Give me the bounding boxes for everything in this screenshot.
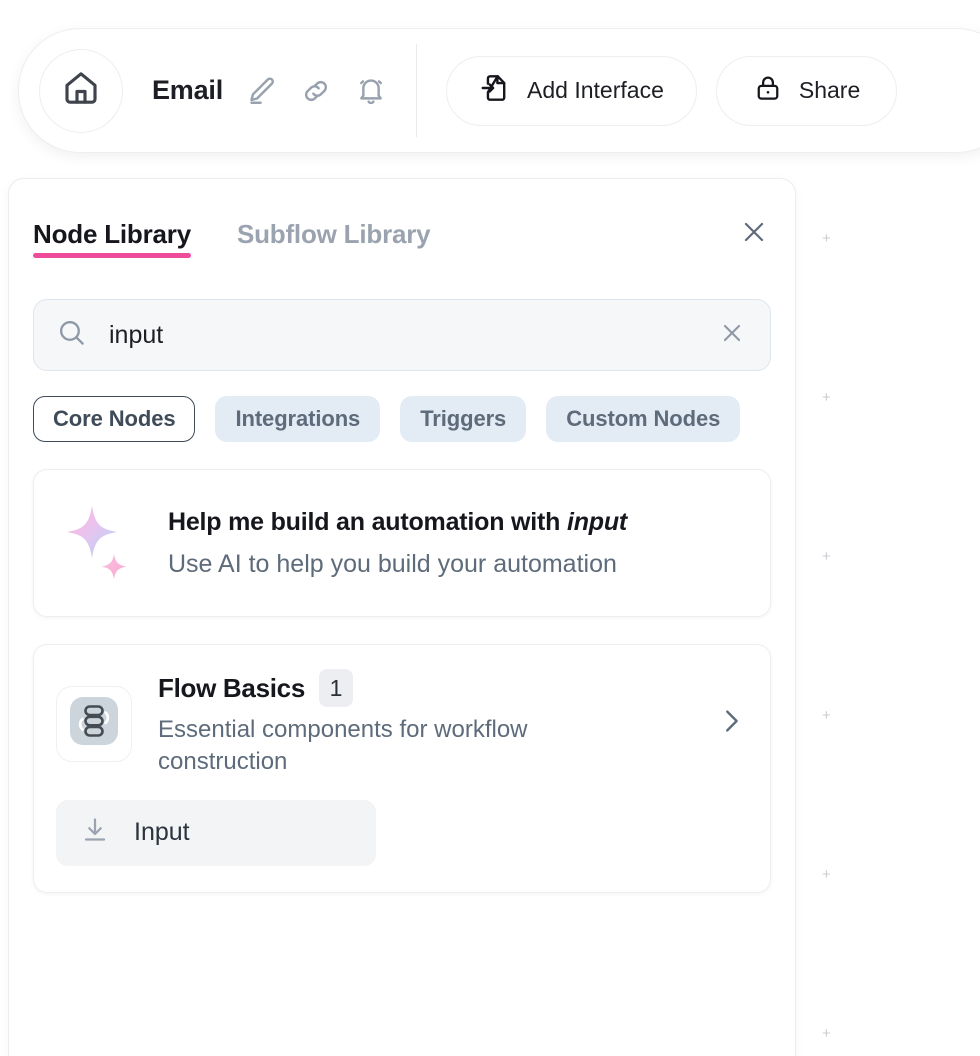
ai-suggestion-title: Help me build an automation with input bbox=[168, 508, 627, 537]
chevron-right-icon bbox=[716, 706, 746, 741]
home-icon bbox=[61, 68, 101, 113]
canvas-grid-marker: + bbox=[822, 1025, 831, 1042]
category-description: Essential components for workflow constr… bbox=[158, 716, 528, 776]
node-item-input[interactable]: Input bbox=[56, 799, 376, 866]
category-count-badge: 1 bbox=[318, 669, 353, 707]
ai-suggestion-card[interactable]: Help me build an automation with input U… bbox=[33, 469, 771, 617]
category-node-list: Input bbox=[56, 799, 748, 866]
search-input[interactable] bbox=[109, 320, 716, 350]
bell-notification-icon[interactable] bbox=[354, 74, 388, 108]
close-icon bbox=[739, 217, 769, 252]
ai-suggestion-query: input bbox=[566, 507, 628, 536]
filter-chip-label: Triggers bbox=[420, 406, 507, 431]
toolbar-divider bbox=[416, 44, 418, 137]
filter-chip-group: Core Nodes Integrations Triggers Custom … bbox=[33, 396, 771, 442]
category-text: Flow Basics 1 Essential components for w… bbox=[158, 669, 700, 779]
filter-chip-integrations[interactable]: Integrations bbox=[215, 396, 381, 442]
node-item-label: Input bbox=[134, 818, 190, 847]
filter-chip-label: Custom Nodes bbox=[566, 406, 721, 431]
add-interface-button[interactable]: Add Interface bbox=[446, 55, 697, 126]
category-title: Flow Basics bbox=[158, 672, 305, 703]
ai-suggestion-title-prefix: Help me build an automation with bbox=[168, 507, 567, 536]
ai-suggestion-text: Help me build an automation with input U… bbox=[168, 508, 627, 579]
add-interface-label: Add Interface bbox=[527, 77, 664, 103]
category-expand-button[interactable] bbox=[714, 707, 748, 741]
share-button[interactable]: Share bbox=[715, 55, 898, 126]
share-label: Share bbox=[798, 77, 861, 103]
ai-suggestion-subtitle: Use AI to help you build your automation bbox=[168, 549, 617, 578]
lock-icon bbox=[753, 73, 783, 108]
search-bar[interactable] bbox=[33, 299, 771, 371]
filter-chip-label: Integrations bbox=[235, 406, 361, 431]
file-import-icon bbox=[479, 72, 511, 109]
workflow-title: Email bbox=[152, 75, 224, 105]
canvas-grid-marker: + bbox=[822, 548, 831, 565]
canvas-grid-marker: + bbox=[822, 389, 831, 406]
sparkle-icon bbox=[62, 498, 136, 588]
category-title-row: Flow Basics 1 bbox=[158, 669, 700, 707]
tab-subflow-library[interactable]: Subflow Library bbox=[236, 179, 431, 250]
search-icon bbox=[56, 317, 87, 353]
category-icon-container bbox=[56, 685, 132, 762]
canvas-grid-marker: + bbox=[822, 230, 831, 247]
canvas-grid-marker: + bbox=[822, 707, 831, 724]
filter-chip-triggers[interactable]: Triggers bbox=[400, 396, 527, 442]
tab-node-library[interactable]: Node Library bbox=[33, 179, 191, 258]
category-card-flow-basics: Flow Basics 1 Essential components for w… bbox=[33, 644, 771, 893]
filter-chip-label: Core Nodes bbox=[53, 406, 176, 431]
top-toolbar: Email Add Interface Share bbox=[18, 28, 980, 153]
filter-chip-custom-nodes[interactable]: Custom Nodes bbox=[546, 396, 741, 442]
clear-search-button[interactable] bbox=[716, 319, 748, 351]
node-library-panel: Node Library Subflow Library input Core … bbox=[8, 178, 796, 1056]
category-header[interactable]: Flow Basics 1 Essential components for w… bbox=[56, 669, 748, 779]
active-tab-indicator bbox=[33, 253, 191, 258]
tab-node-library-label: Node Library bbox=[33, 219, 191, 249]
filter-chip-core-nodes[interactable]: Core Nodes bbox=[33, 396, 196, 442]
tab-subflow-library-label: Subflow Library bbox=[236, 219, 431, 249]
close-panel-button[interactable] bbox=[737, 217, 771, 251]
link-icon[interactable] bbox=[299, 74, 333, 108]
edit-pencil-icon[interactable] bbox=[244, 74, 278, 108]
download-arrow-icon bbox=[80, 815, 110, 850]
close-icon bbox=[718, 319, 746, 352]
canvas-grid-marker: + bbox=[822, 866, 831, 883]
panel-tab-bar: Node Library Subflow Library bbox=[9, 179, 795, 274]
workflow-nodes-icon bbox=[66, 693, 122, 754]
home-button[interactable] bbox=[39, 48, 123, 133]
